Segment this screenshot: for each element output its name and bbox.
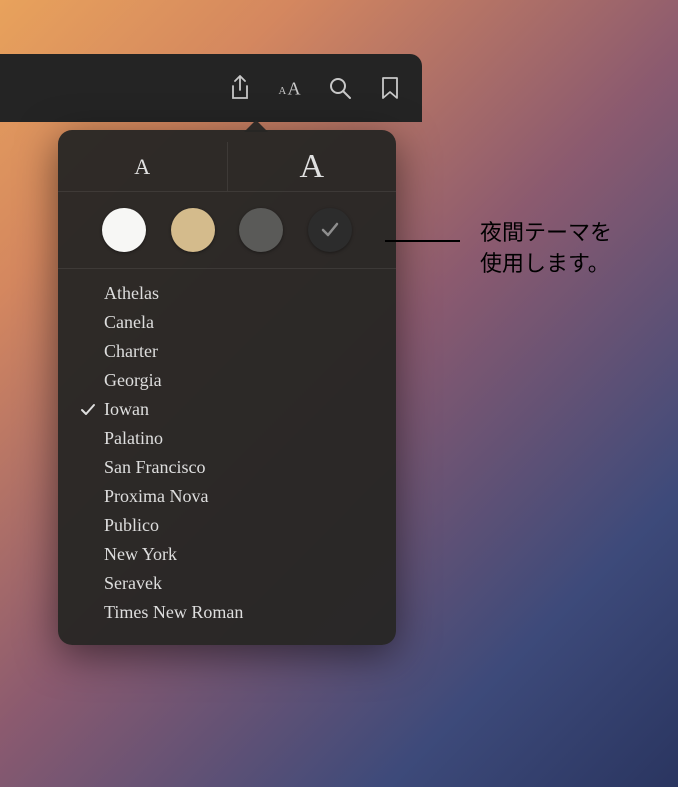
checkmark-icon	[78, 458, 98, 478]
font-name-label: Charter	[104, 341, 158, 362]
checkmark-icon	[78, 574, 98, 594]
checkmark-icon	[319, 219, 341, 241]
bookmark-icon[interactable]	[376, 74, 404, 102]
checkmark-icon	[78, 371, 98, 391]
font-item[interactable]: San Francisco	[58, 453, 396, 482]
font-size-increase-button[interactable]: A	[228, 142, 397, 191]
font-item[interactable]: Iowan	[58, 395, 396, 424]
font-item[interactable]: Times New Roman	[58, 598, 396, 627]
font-item[interactable]: Charter	[58, 337, 396, 366]
font-list: Athelas Canela Charter Georgia Iowan Palatino…	[58, 269, 396, 633]
font-item[interactable]: Palatino	[58, 424, 396, 453]
callout-line1: 夜間テーマを	[480, 220, 612, 245]
font-name-label: Canela	[104, 312, 154, 333]
callout-text: 夜間テーマを 使用します。	[480, 218, 612, 280]
font-item[interactable]: Canela	[58, 308, 396, 337]
font-size-row: A A	[58, 142, 396, 192]
callout-line2: 使用します。	[480, 251, 610, 276]
checkmark-icon	[78, 342, 98, 362]
checkmark-icon	[78, 545, 98, 565]
checkmark-icon	[78, 429, 98, 449]
checkmark-icon	[78, 603, 98, 623]
font-name-label: Iowan	[104, 399, 149, 420]
appearance-icon[interactable]: A A	[276, 74, 304, 102]
font-name-label: San Francisco	[104, 457, 205, 478]
theme-gray-button[interactable]	[239, 208, 283, 252]
font-name-label: Georgia	[104, 370, 162, 391]
callout-line	[385, 240, 460, 242]
checkmark-icon	[78, 516, 98, 536]
font-item[interactable]: Seravek	[58, 569, 396, 598]
checkmark-icon	[78, 400, 98, 420]
font-name-label: Seravek	[104, 573, 162, 594]
theme-sepia-button[interactable]	[171, 208, 215, 252]
search-icon[interactable]	[326, 74, 354, 102]
checkmark-icon	[78, 487, 98, 507]
font-name-label: Times New Roman	[104, 602, 243, 623]
appearance-popover: A A Athelas Canela Charter Georgia Iowan Pala…	[58, 130, 396, 645]
font-item[interactable]: Georgia	[58, 366, 396, 395]
checkmark-icon	[78, 284, 98, 304]
checkmark-icon	[78, 313, 98, 333]
font-item[interactable]: Publico	[58, 511, 396, 540]
font-name-label: Publico	[104, 515, 159, 536]
font-name-label: Proxima Nova	[104, 486, 208, 507]
font-name-label: Palatino	[104, 428, 163, 449]
font-item[interactable]: Proxima Nova	[58, 482, 396, 511]
font-name-label: Athelas	[104, 283, 159, 304]
font-item[interactable]: New York	[58, 540, 396, 569]
font-item[interactable]: Athelas	[58, 279, 396, 308]
toolbar: A A	[0, 54, 422, 122]
font-size-decrease-button[interactable]: A	[58, 142, 228, 191]
svg-text:A: A	[278, 85, 286, 97]
theme-night-button[interactable]	[308, 208, 352, 252]
svg-text:A: A	[288, 79, 301, 99]
share-icon[interactable]	[226, 74, 254, 102]
theme-white-button[interactable]	[102, 208, 146, 252]
theme-row	[58, 192, 396, 269]
font-name-label: New York	[104, 544, 177, 565]
